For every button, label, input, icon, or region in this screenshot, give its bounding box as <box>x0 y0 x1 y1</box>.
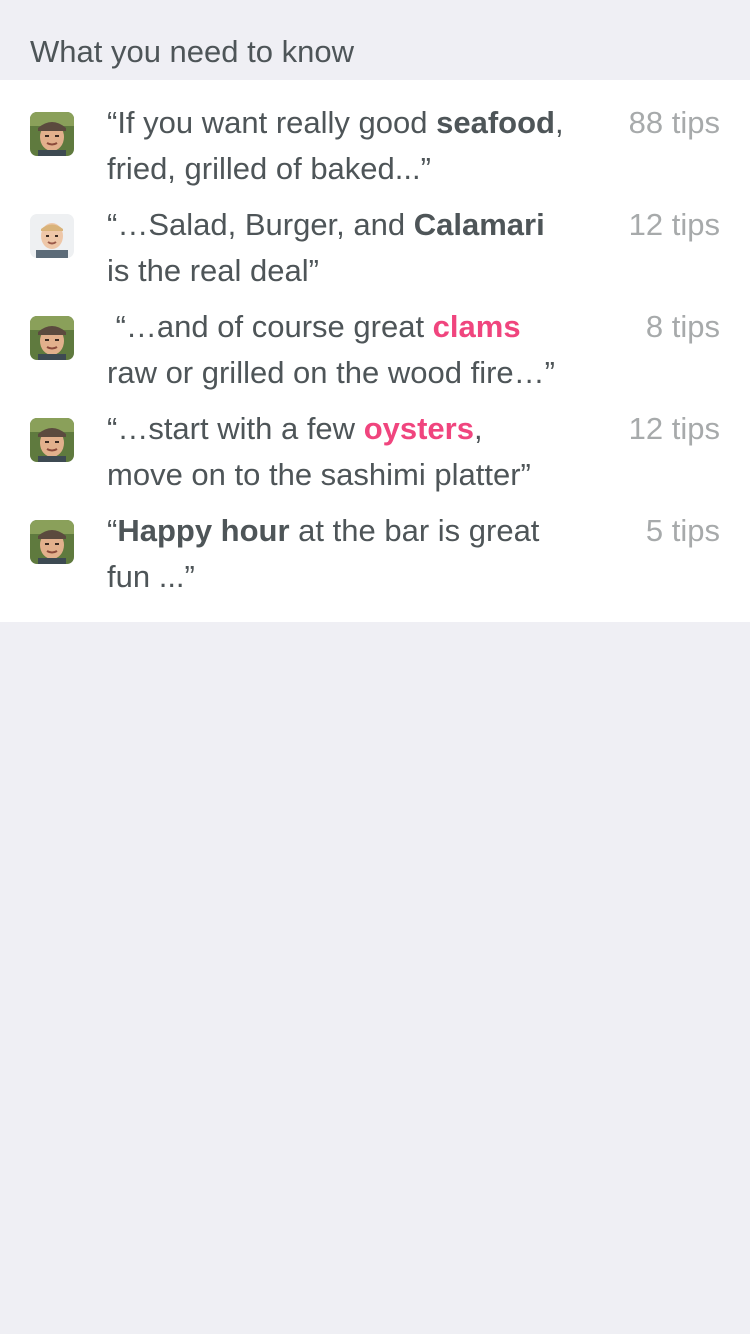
tip-line-1: “…start with a few oysters, <box>107 411 483 446</box>
tip-count: 8 tips <box>645 309 720 344</box>
tip-keyword: clams <box>432 309 521 344</box>
tip-quote: “…Salad, Burger, and Calamari is the rea… <box>107 202 597 294</box>
tip-count: 12 tips <box>628 207 720 242</box>
tip-line-1: “Happy hour at the bar is great <box>107 513 540 548</box>
tip-row[interactable]: “…and of course great clams raw or grill… <box>0 304 750 406</box>
tip-line-1: “…and of course great clams <box>107 309 521 344</box>
tip-quote: “…start with a few oysters, move on to t… <box>107 406 597 498</box>
tip-line-2: move on to the sashimi platter” <box>107 457 531 492</box>
section-title: What you need to know <box>30 34 354 69</box>
tip-keyword: Happy hour <box>117 513 290 548</box>
tip-line-2: is the real deal” <box>107 253 319 288</box>
tip-row[interactable]: “Happy hour at the bar is great fun ...”… <box>0 508 750 610</box>
tip-line-2: fried, grilled of baked...” <box>107 151 431 186</box>
user-avatar-cap[interactable] <box>30 520 74 564</box>
tip-keyword: seafood <box>436 105 555 140</box>
tip-line-1: “If you want really good seafood, <box>107 105 564 140</box>
tip-line-2: raw or grilled on the wood fire…” <box>107 355 555 390</box>
tip-keyword: oysters <box>363 411 474 446</box>
tip-line-1: “…Salad, Burger, and Calamari <box>107 207 545 242</box>
tip-count: 88 tips <box>628 105 720 140</box>
section-header: What you need to know <box>0 0 750 80</box>
tip-line-2: fun ...” <box>107 559 195 594</box>
tip-count: 5 tips <box>645 513 720 548</box>
tip-row[interactable]: “…start with a few oysters, move on to t… <box>0 406 750 508</box>
tip-quote: “Happy hour at the bar is great fun ...” <box>107 508 597 600</box>
user-avatar-cap[interactable] <box>30 418 74 462</box>
tip-keyword: Calamari <box>413 207 545 242</box>
user-avatar-blond[interactable] <box>30 214 74 258</box>
tip-row[interactable]: “If you want really good seafood, fried,… <box>0 100 750 202</box>
tips-list: “If you want really good seafood, fried,… <box>0 80 750 622</box>
user-avatar-cap[interactable] <box>30 112 74 156</box>
tip-quote: “If you want really good seafood, fried,… <box>107 100 597 192</box>
user-avatar-cap[interactable] <box>30 316 74 360</box>
tip-count: 12 tips <box>628 411 720 446</box>
tip-quote: “…and of course great clams raw or grill… <box>107 304 597 396</box>
tip-row[interactable]: “…Salad, Burger, and Calamari is the rea… <box>0 202 750 304</box>
